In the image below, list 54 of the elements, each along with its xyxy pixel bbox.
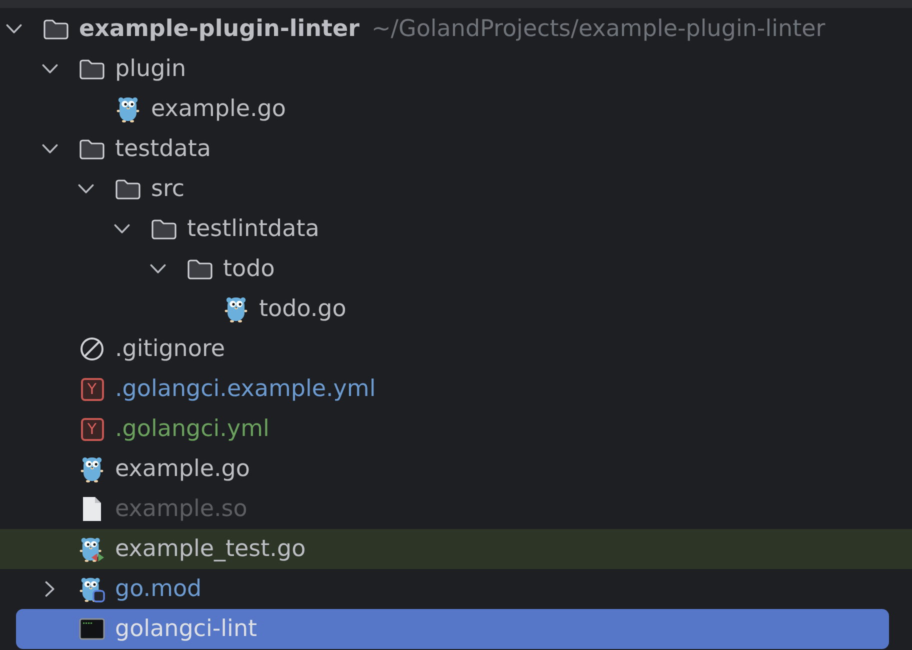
tree-row[interactable]: todo.go [0, 289, 912, 329]
gopher-triangles-icon [79, 535, 105, 563]
folder-icon [151, 218, 177, 240]
folder-icon [187, 258, 213, 280]
tree-row[interactable]: Y .golangci.yml [0, 409, 912, 449]
folder-name: src [151, 176, 185, 202]
file-name: go.mod [115, 576, 202, 602]
folder-icon [79, 138, 105, 160]
gopher-icon [116, 95, 140, 123]
folder-name: plugin [115, 56, 186, 82]
chevron-down-icon[interactable] [6, 24, 22, 34]
chevron-down-icon[interactable] [114, 224, 130, 234]
tree-row[interactable]: testdata [0, 129, 912, 169]
file-name: .golangci.example.yml [115, 376, 376, 402]
chevron-right-icon[interactable] [45, 581, 55, 597]
folder-name: testdata [115, 136, 211, 162]
folder-name: testlintdata [187, 216, 320, 242]
yaml-icon: Y [80, 378, 104, 400]
terminal-icon [79, 618, 105, 640]
tree-row[interactable]: example.go [0, 449, 912, 489]
gopher-icon [80, 455, 104, 483]
file-name: example.go [151, 96, 286, 122]
tree-row[interactable]: src [0, 169, 912, 209]
chevron-down-icon[interactable] [150, 264, 166, 274]
slashed-circle-icon [80, 337, 104, 361]
folder-name: todo [223, 256, 275, 282]
chevron-down-icon[interactable] [42, 144, 58, 154]
folder-icon [115, 178, 141, 200]
chevron-down-icon[interactable] [42, 64, 58, 74]
file-name: .golangci.yml [115, 416, 270, 442]
yaml-icon: Y [80, 418, 104, 440]
folder-icon [43, 18, 69, 40]
file-name: example.go [115, 456, 250, 482]
file-name: golangci-lint [115, 616, 258, 642]
file-icon [82, 496, 102, 522]
tree-row[interactable]: example-plugin-linter ~/GolandProjects/example-plugin-linter [0, 9, 912, 49]
project-name: example-plugin-linter [79, 16, 360, 42]
file-name: example.so [115, 496, 248, 522]
tree-row[interactable]: go.mod [0, 569, 912, 609]
chevron-down-icon[interactable] [78, 184, 94, 194]
project-path: ~/GolandProjects/example-plugin-linter [371, 16, 826, 42]
gopher-icon [224, 295, 248, 323]
tree-row[interactable]: .gitignore [0, 329, 912, 369]
tree-row[interactable]: example.go [0, 89, 912, 129]
gopher-square-icon [79, 575, 105, 603]
tree-row[interactable]: Y .golangci.example.yml [0, 369, 912, 409]
folder-icon [79, 58, 105, 80]
tree-row[interactable]: todo [0, 249, 912, 289]
tree-row[interactable]: plugin [0, 49, 912, 89]
tree-row[interactable]: example_test.go [0, 529, 912, 569]
file-name: todo.go [259, 296, 346, 322]
tree-row[interactable]: testlintdata [0, 209, 912, 249]
file-name: .gitignore [115, 336, 226, 362]
file-name: example_test.go [115, 536, 306, 562]
